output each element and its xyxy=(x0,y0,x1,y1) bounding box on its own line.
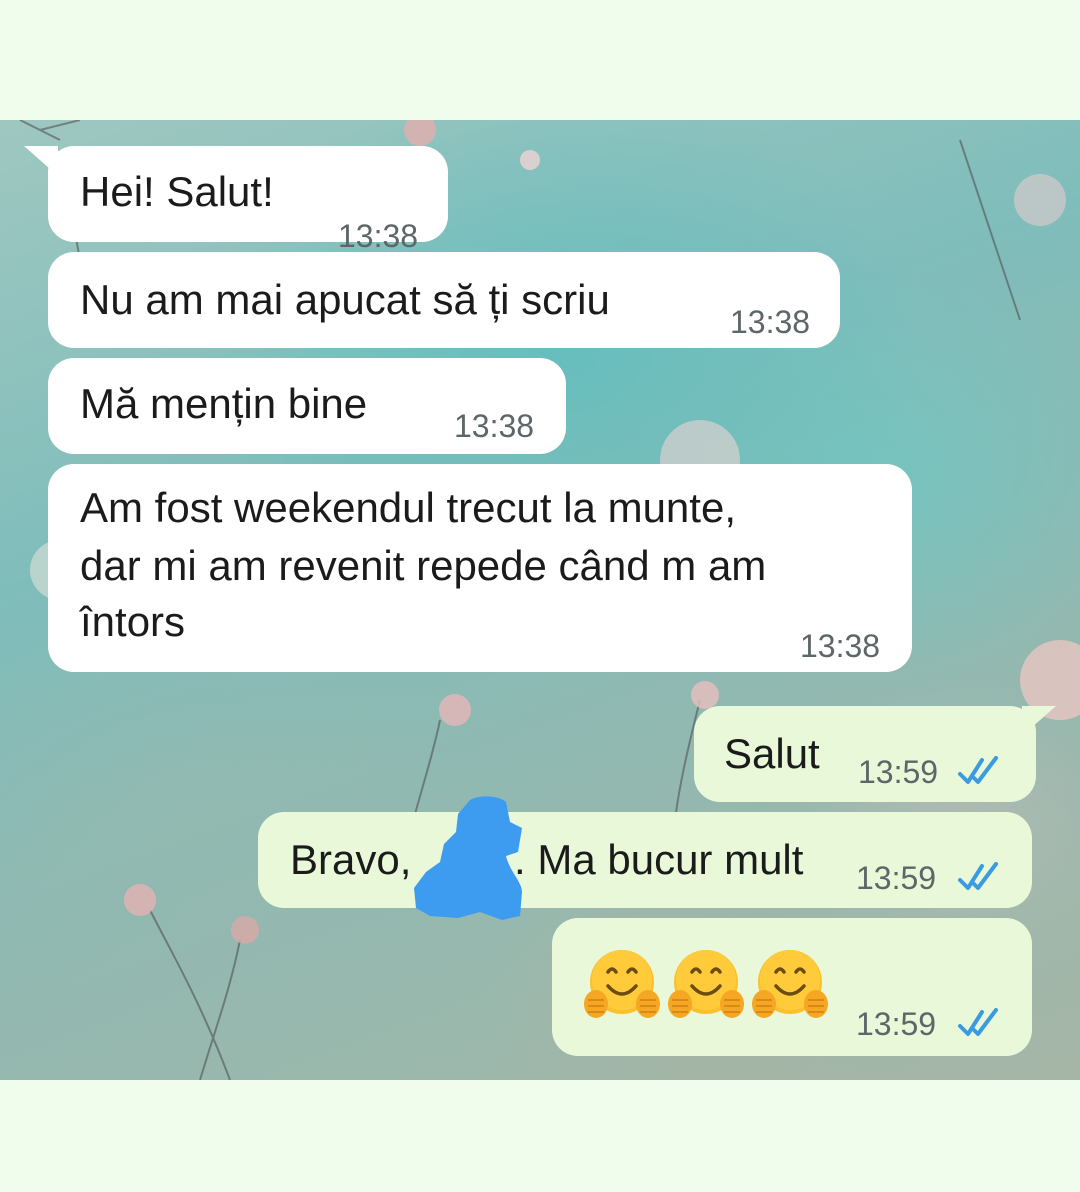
message-text: Nu am mai apucat să ți scriu xyxy=(80,276,610,323)
message-time: 13:59 xyxy=(856,860,937,896)
message-text: Mă mențin bine xyxy=(80,380,368,427)
message-line: întors xyxy=(80,598,186,645)
message-time: 13:59 xyxy=(858,754,939,790)
message-incoming[interactable]: Mă mențin bine 13:38 xyxy=(48,358,566,454)
hugging-face-icon xyxy=(752,950,828,1018)
message-outgoing[interactable]: 13:59 xyxy=(552,918,1032,1056)
message-text: Salut xyxy=(724,730,820,777)
chat-area[interactable]: Hei! Salut! 13:38 Nu am mai apucat să ți… xyxy=(0,120,1080,1080)
hugging-face-icon xyxy=(668,950,744,1018)
bubble-tail xyxy=(1022,706,1056,736)
bubble-tail xyxy=(24,146,58,176)
double-check-icon xyxy=(958,862,998,890)
message-time: 13:38 xyxy=(338,218,419,254)
message-line: Am fost weekendul trecut la munte, xyxy=(80,484,736,531)
message-incoming[interactable]: Hei! Salut! 13:38 xyxy=(48,146,448,254)
message-outgoing[interactable]: Bravo, . Ma bucur mult 13:59 xyxy=(258,812,1032,908)
message-time: 13:38 xyxy=(800,628,881,664)
message-line: dar mi am revenit repede când m am xyxy=(80,542,767,589)
message-outgoing[interactable]: Salut 13:59 xyxy=(694,706,1036,802)
double-check-icon xyxy=(958,1008,998,1036)
message-incoming[interactable]: Nu am mai apucat să ți scriu 13:38 xyxy=(48,252,840,348)
message-incoming[interactable]: Am fost weekendul trecut la munte, dar m… xyxy=(48,464,912,672)
message-time: 13:59 xyxy=(856,1006,937,1042)
message-text-end: . Ma bucur mult xyxy=(514,836,804,883)
message-time: 13:38 xyxy=(454,408,535,444)
redaction-mark xyxy=(414,796,522,920)
hugging-face-icon xyxy=(584,950,660,1018)
message-text: Hei! Salut! xyxy=(80,168,274,215)
message-time: 13:38 xyxy=(730,304,811,340)
message-text-start: Bravo, xyxy=(290,836,412,883)
double-check-icon xyxy=(958,756,998,784)
